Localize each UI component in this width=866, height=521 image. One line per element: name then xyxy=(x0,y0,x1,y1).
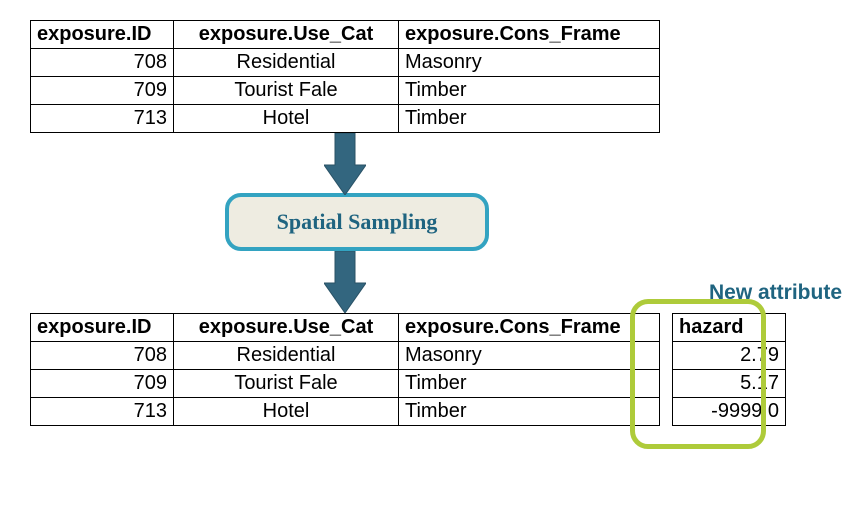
arrow-down-2-wrap xyxy=(30,251,660,311)
gap xyxy=(660,370,673,398)
cell-usecat: Tourist Fale xyxy=(174,370,399,398)
cell-frame: Masonry xyxy=(399,342,660,370)
process-label: Spatial Sampling xyxy=(277,209,438,234)
cell-id: 708 xyxy=(31,49,174,77)
input-table-wrap: exposure.ID exposure.Use_Cat exposure.Co… xyxy=(30,20,846,133)
table-row: 713 Hotel Timber xyxy=(31,105,660,133)
table-header-row: exposure.ID exposure.Use_Cat exposure.Co… xyxy=(31,21,660,49)
cell-frame: Timber xyxy=(399,398,660,426)
cell-id: 713 xyxy=(31,105,174,133)
output-table-wrap: exposure.ID exposure.Use_Cat exposure.Co… xyxy=(30,313,846,426)
table-row: 709 Tourist Fale Timber 5.17 xyxy=(31,370,786,398)
table-row: 709 Tourist Fale Timber xyxy=(31,77,660,105)
header-usecat: exposure.Use_Cat xyxy=(174,21,399,49)
cell-frame: Masonry xyxy=(399,49,660,77)
cell-usecat: Residential xyxy=(174,342,399,370)
cell-frame: Timber xyxy=(399,77,660,105)
diagram-container: exposure.ID exposure.Use_Cat exposure.Co… xyxy=(20,20,846,426)
cell-usecat: Tourist Fale xyxy=(174,77,399,105)
table-row: 713 Hotel Timber -9999.0 xyxy=(31,398,786,426)
input-table: exposure.ID exposure.Use_Cat exposure.Co… xyxy=(30,20,660,133)
table-header-row: exposure.ID exposure.Use_Cat exposure.Co… xyxy=(31,314,786,342)
arrow-down-icon xyxy=(324,251,366,311)
cell-usecat: Residential xyxy=(174,49,399,77)
output-table: exposure.ID exposure.Use_Cat exposure.Co… xyxy=(30,313,786,426)
arrow-down-1-wrap xyxy=(30,133,660,193)
gap xyxy=(660,398,673,426)
cell-frame: Timber xyxy=(399,370,660,398)
cell-id: 708 xyxy=(31,342,174,370)
arrow-label-row: New attribute xyxy=(20,251,846,313)
cell-id: 713 xyxy=(31,398,174,426)
header-id: exposure.ID xyxy=(31,314,174,342)
header-frame: exposure.Cons_Frame xyxy=(399,21,660,49)
cell-usecat: Hotel xyxy=(174,105,399,133)
cell-id: 709 xyxy=(31,77,174,105)
arrow-down-icon xyxy=(324,133,366,193)
cell-id: 709 xyxy=(31,370,174,398)
header-hazard: hazard xyxy=(673,314,786,342)
header-usecat: exposure.Use_Cat xyxy=(174,314,399,342)
cell-usecat: Hotel xyxy=(174,398,399,426)
process-box: Spatial Sampling xyxy=(225,193,489,251)
cell-frame: Timber xyxy=(399,105,660,133)
cell-hazard: -9999.0 xyxy=(673,398,786,426)
cell-hazard: 5.17 xyxy=(673,370,786,398)
cell-hazard: 2.79 xyxy=(673,342,786,370)
new-attribute-label: New attribute xyxy=(709,281,842,305)
table-row: 708 Residential Masonry xyxy=(31,49,660,77)
gap xyxy=(660,342,673,370)
gap xyxy=(660,314,673,342)
header-frame: exposure.Cons_Frame xyxy=(399,314,660,342)
header-id: exposure.ID xyxy=(31,21,174,49)
table-row: 708 Residential Masonry 2.79 xyxy=(31,342,786,370)
